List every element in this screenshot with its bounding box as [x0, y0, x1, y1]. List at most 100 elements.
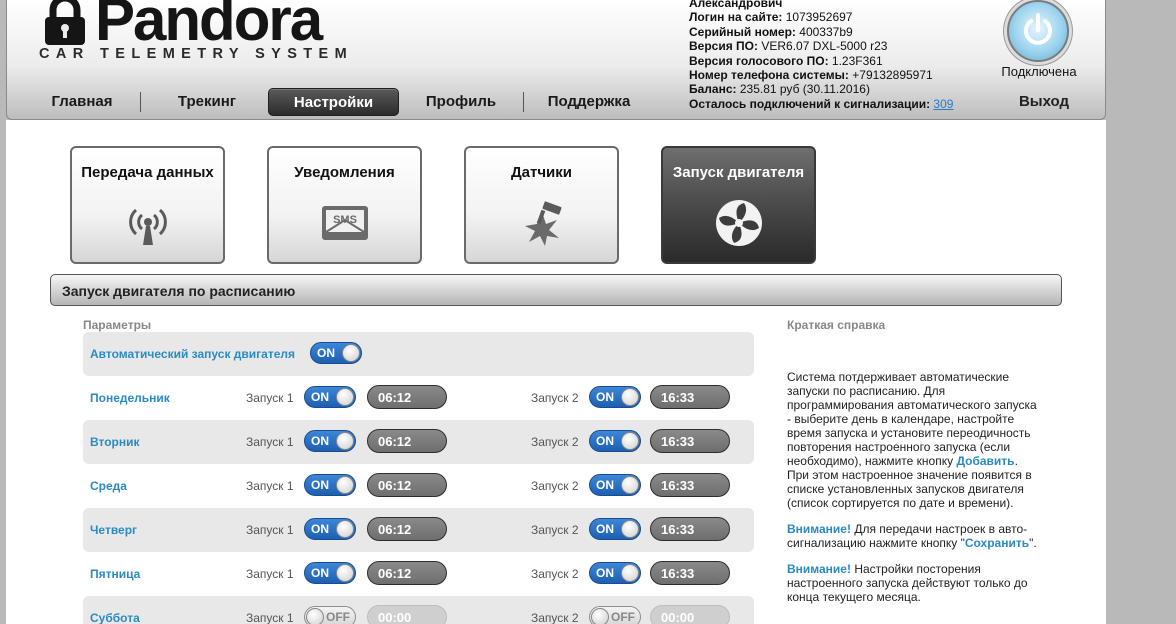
tile-notifications[interactable]: Уведомления SMS [267, 146, 422, 264]
toggle-knob [621, 388, 639, 406]
launch2-time-field[interactable]: 16:33 [650, 385, 730, 409]
nav-profile[interactable]: Профиль [419, 88, 503, 116]
section-header: Запуск двигателя по расписанию [50, 274, 1062, 306]
time-value: 16:33 [661, 390, 695, 405]
help-paragraph: Внимание! Для передачи настроек в авто-с… [787, 522, 1037, 550]
launch1-time-field[interactable]: 06:12 [367, 517, 447, 541]
main-content: Передача данных Уведомления SMS Датчики … [6, 120, 1106, 624]
phone-label: Номер телефона системы: [689, 68, 849, 83]
toggle-knob [306, 608, 324, 624]
time-value: 16:33 [661, 478, 695, 493]
launch1-toggle[interactable]: ON [304, 474, 356, 496]
launch2-label: Запуск 2 [531, 611, 579, 624]
toggle-text: ON [596, 566, 614, 580]
user-name: Александрович [689, 0, 783, 10]
launch2-time-field[interactable]: 16:33 [650, 473, 730, 497]
launch2-toggle[interactable]: ON [589, 518, 641, 540]
add-link[interactable]: Добавить [956, 454, 1014, 468]
account-info: Александрович Логин на сайте: 1073952697… [689, 0, 989, 111]
toggle-knob [621, 520, 639, 538]
toggle-knob [336, 520, 354, 538]
launch1-toggle[interactable]: ON [304, 386, 356, 408]
help-paragraph: Внимание! Настройки посторения настроенн… [787, 562, 1028, 604]
day-label[interactable]: Пятница [90, 567, 140, 581]
toggle-knob [621, 476, 639, 494]
toggle-knob [342, 344, 360, 362]
launch1-label: Запуск 1 [246, 567, 294, 581]
toggle-text: ON [311, 566, 329, 580]
logo-subtitle: CAR TELEMETRY SYSTEM [39, 46, 354, 62]
time-value: 06:12 [378, 566, 412, 581]
nav-settings[interactable]: Настройки [268, 88, 399, 116]
launch1-toggle[interactable]: ON [304, 518, 356, 540]
launch1-toggle[interactable]: ON [304, 562, 356, 584]
launch2-toggle[interactable]: ON [589, 562, 641, 584]
toggle-text: OFF [326, 610, 350, 624]
launch1-time-field[interactable]: 00:00 [367, 605, 447, 624]
day-label[interactable]: Четверг [90, 523, 137, 537]
power-button[interactable] [1007, 0, 1069, 62]
nav-divider [140, 92, 141, 112]
serial-label: Серийный номер: [689, 24, 796, 39]
launch1-label: Запуск 1 [246, 479, 294, 493]
launch1-time-field[interactable]: 06:12 [367, 473, 447, 497]
launch2-label: Запуск 2 [531, 567, 579, 581]
pandora-logo[interactable]: Pandora CAR TELEMETRY SYSTEM [37, 0, 417, 68]
launch2-label: Запуск 2 [531, 479, 579, 493]
launch1-time-field[interactable]: 06:12 [367, 385, 447, 409]
voice-fw-value: 1.23F361 [831, 53, 883, 68]
params-heading: Параметры [83, 318, 152, 332]
time-value: 06:12 [378, 522, 412, 537]
day-label[interactable]: Среда [90, 479, 127, 493]
launch2-toggle[interactable]: ON [589, 430, 641, 452]
tile-engine-start[interactable]: Запуск двигателя [661, 146, 816, 264]
help-heading: Краткая справка [787, 318, 886, 332]
warning-label: Внимание! [787, 562, 851, 576]
logo-word: Pandora [95, 0, 323, 53]
launch2-time-field[interactable]: 16:33 [650, 429, 730, 453]
tile-sensors[interactable]: Датчики [464, 146, 619, 264]
remaining-connections-link[interactable]: 309 [933, 97, 953, 111]
launch1-toggle[interactable]: ON [304, 430, 356, 452]
power-icon [1024, 13, 1052, 45]
firmware-label: Версия ПО: [689, 39, 759, 54]
toggle-text: ON [311, 522, 329, 536]
auto-start-toggle[interactable]: ON [310, 342, 362, 364]
day-label[interactable]: Вторник [90, 435, 140, 449]
launch2-time-field[interactable]: 16:33 [650, 517, 730, 541]
tile-data-transfer[interactable]: Передача данных [70, 146, 225, 264]
day-label[interactable]: Понедельник [90, 391, 170, 405]
save-link[interactable]: Сохранить [965, 536, 1029, 550]
launch2-toggle[interactable]: ON [589, 474, 641, 496]
launch2-toggle[interactable]: ON [589, 386, 641, 408]
launch1-label: Запуск 1 [246, 523, 294, 537]
launch2-time-field[interactable]: 00:00 [650, 605, 730, 624]
launch1-label: Запуск 1 [246, 435, 294, 449]
nav-home[interactable]: Главная [37, 88, 127, 116]
time-value: 06:12 [378, 478, 412, 493]
time-value: 00:00 [661, 610, 695, 624]
launch2-toggle[interactable]: OFF [589, 606, 641, 624]
header: Pandora CAR TELEMETRY SYSTEM Главная Тре… [6, 0, 1106, 120]
launch1-time-field[interactable]: 06:12 [367, 429, 447, 453]
launch1-toggle[interactable]: OFF [304, 606, 356, 624]
launch1-time-field[interactable]: 06:12 [367, 561, 447, 585]
tile-label: Запуск двигателя [672, 164, 805, 181]
login-label: Логин на сайте: [689, 10, 783, 25]
nav-tracking[interactable]: Трекинг [167, 88, 247, 116]
phone-value: +79132895971 [852, 68, 933, 83]
toggle-text: OFF [611, 610, 635, 624]
logout-button[interactable]: Выход [1009, 88, 1079, 116]
help-paragraph: Система потдерживает автоматические запу… [787, 370, 1037, 510]
time-value: 00:00 [378, 610, 412, 624]
nav-support[interactable]: Поддержка [539, 88, 639, 116]
svg-text:SMS: SMS [333, 214, 357, 226]
launch2-time-field[interactable]: 16:33 [650, 561, 730, 585]
antenna-icon [128, 208, 167, 245]
launch2-label: Запуск 2 [531, 523, 579, 537]
day-label[interactable]: Суббота [90, 611, 140, 624]
fan-icon [715, 200, 762, 246]
launch1-label: Запуск 1 [246, 611, 294, 624]
toggle-text: ON [596, 478, 614, 492]
toggle-text: ON [311, 478, 329, 492]
